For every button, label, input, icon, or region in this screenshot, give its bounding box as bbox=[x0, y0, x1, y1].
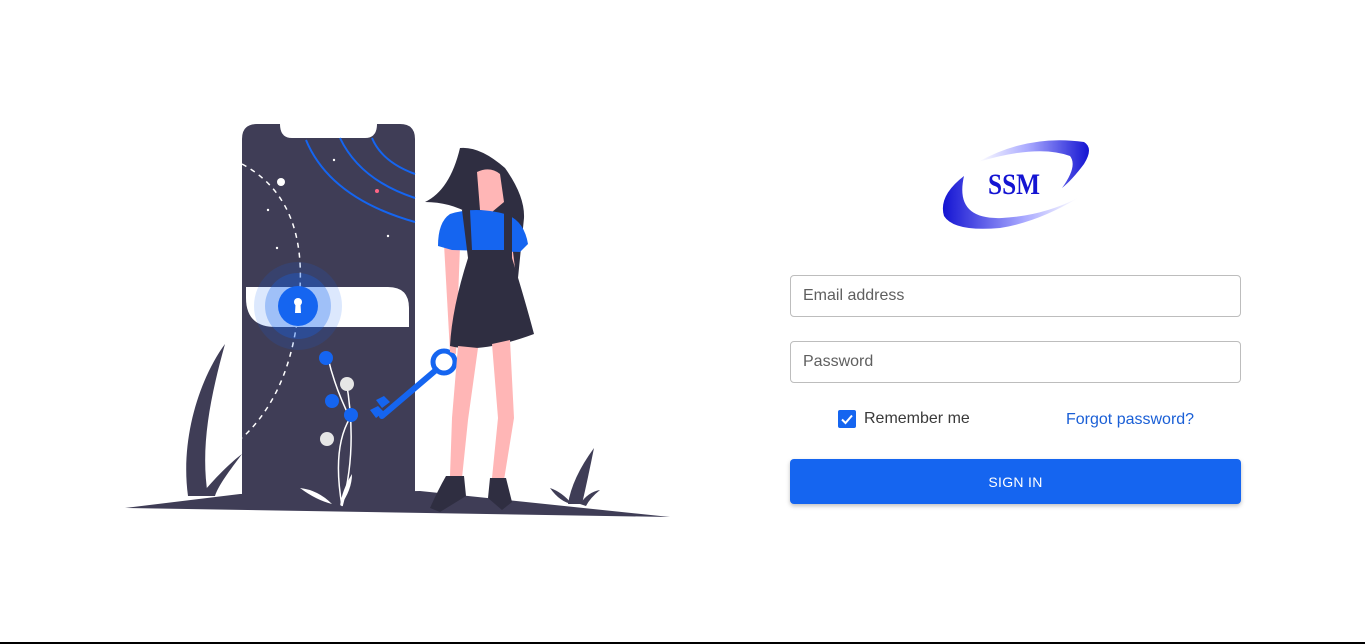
remember-me-label: Remember me bbox=[864, 410, 970, 427]
login-illustration bbox=[125, 124, 670, 517]
check-icon[interactable] bbox=[838, 410, 856, 428]
password-input[interactable] bbox=[790, 341, 1241, 383]
email-input[interactable] bbox=[790, 275, 1241, 317]
login-page: SSM Remember me Forgot password? SIGN IN bbox=[0, 0, 1365, 644]
forgot-password-link[interactable]: Forgot password? bbox=[1066, 411, 1194, 429]
ssm-logo: SSM bbox=[942, 140, 1089, 229]
remember-me-checkbox[interactable]: Remember me bbox=[838, 408, 970, 430]
logo-text: SSM bbox=[988, 168, 1040, 201]
sign-in-button[interactable]: SIGN IN bbox=[790, 459, 1241, 504]
